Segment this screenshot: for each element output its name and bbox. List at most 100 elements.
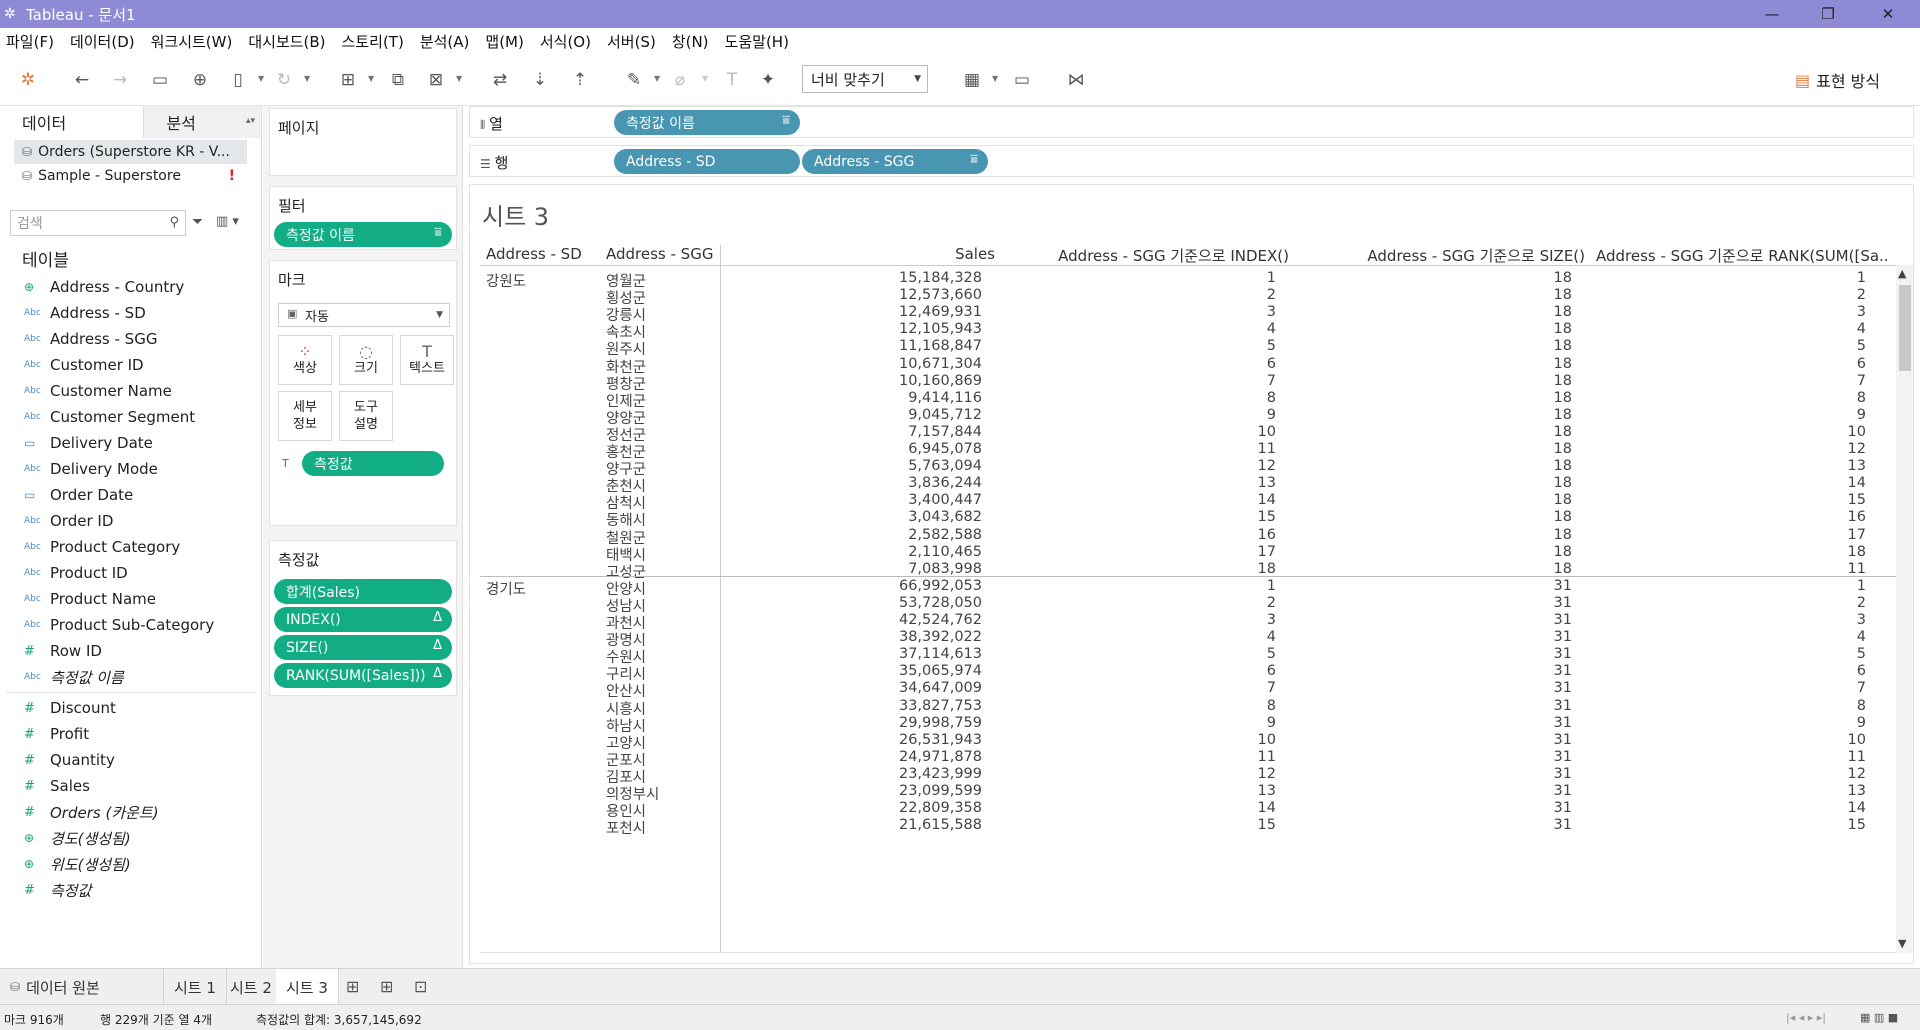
cell-rank[interactable]: 1 xyxy=(1857,270,1866,286)
show-cards-icon[interactable]: ▦ xyxy=(960,68,984,92)
cell-size[interactable]: 31 xyxy=(1554,629,1572,645)
filter-pill-measure-names[interactable]: 측정값 이름 ⩸ xyxy=(274,222,452,247)
tab-sheet-3[interactable]: 시트 3 xyxy=(276,969,339,1005)
minimize-button[interactable]: — xyxy=(1744,0,1800,28)
cell-size[interactable]: 31 xyxy=(1554,595,1572,611)
cell-sales[interactable]: 23,423,999 xyxy=(899,766,982,782)
cell-rank[interactable]: 9 xyxy=(1857,407,1866,423)
pane-menu-icon[interactable]: ▴▾ xyxy=(246,116,255,126)
size-button[interactable]: ◌ 크기 xyxy=(339,335,393,385)
cell-rank[interactable]: 4 xyxy=(1857,629,1866,645)
cell-index[interactable]: 3 xyxy=(1267,612,1276,628)
worksheet-view[interactable]: 시트 3 Address - SD Address - SGG Sales Ad… xyxy=(469,184,1914,964)
redo-icon[interactable]: → xyxy=(108,68,132,92)
cell-rank[interactable]: 3 xyxy=(1857,612,1866,628)
cell-size[interactable]: 31 xyxy=(1554,663,1572,679)
fit-width-dropdown[interactable]: 너비 맞추기 ▼ xyxy=(802,65,928,93)
header-address-sd[interactable]: Address - SD xyxy=(486,245,582,263)
menu-window[interactable]: 창(N) xyxy=(672,31,709,52)
field-위도-생성됨[interactable]: ⊕ 위도(생성됨) xyxy=(0,851,262,877)
field-orders-카운트[interactable]: # Orders (카운트) xyxy=(0,799,262,825)
cell-size[interactable]: 18 xyxy=(1554,304,1572,320)
cell-sales[interactable]: 10,160,869 xyxy=(899,373,982,389)
cell-sales[interactable]: 7,083,998 xyxy=(908,561,982,577)
cell-index[interactable]: 1 xyxy=(1267,270,1276,286)
show-me-button[interactable]: ▤ 표현 방식 xyxy=(1795,68,1880,92)
columns-shelf[interactable]: ⦀ 열 측정값 이름 ⩸ xyxy=(469,106,1914,138)
new-dashboard-icon[interactable]: ⊞ xyxy=(380,977,393,996)
cell-sales[interactable]: 6,945,078 xyxy=(908,441,982,457)
cell-sales[interactable]: 24,971,878 xyxy=(899,749,982,765)
tab-data[interactable]: 데이터 xyxy=(0,106,144,138)
header-address-sgg[interactable]: Address - SGG xyxy=(606,245,713,263)
cell-size[interactable]: 18 xyxy=(1554,492,1572,508)
maximize-button[interactable]: ❐ xyxy=(1800,0,1856,28)
cell-rank[interactable]: 7 xyxy=(1857,680,1866,696)
cell-index[interactable]: 11 xyxy=(1258,441,1276,457)
fix-axes-icon[interactable]: ✦ xyxy=(756,68,780,92)
measure-pill-rank[interactable]: RANK(SUM([Sales])) Δ xyxy=(274,663,452,688)
cell-index[interactable]: 10 xyxy=(1258,732,1276,748)
measure-pill-sum-sales[interactable]: 합계(Sales) xyxy=(274,579,452,604)
cell-sales[interactable]: 38,392,022 xyxy=(899,629,982,645)
clear-sheet-icon[interactable]: ⊠ xyxy=(424,68,448,92)
group-dropdown-icon[interactable]: ▼ xyxy=(702,74,708,83)
sheet-nav-icons[interactable]: |◂ ◂ ▸ ▸| xyxy=(1786,1011,1826,1024)
cell-size[interactable]: 18 xyxy=(1554,338,1572,354)
menu-analysis[interactable]: 분석(A) xyxy=(420,31,470,52)
pause-updates-icon[interactable]: ▯ xyxy=(226,68,250,92)
cell-size[interactable]: 31 xyxy=(1554,817,1572,833)
cell-rank[interactable]: 12 xyxy=(1848,441,1866,457)
cell-size[interactable]: 31 xyxy=(1554,800,1572,816)
menu-help[interactable]: 도움말(H) xyxy=(725,31,789,52)
cell-index[interactable]: 6 xyxy=(1267,356,1276,372)
new-worksheet-icon[interactable]: ⊞ xyxy=(336,68,360,92)
cell-sales[interactable]: 10,671,304 xyxy=(899,356,982,372)
horizontal-scrollbar[interactable] xyxy=(480,952,1896,962)
field-delivery-date[interactable]: ▭ Delivery Date xyxy=(0,430,262,456)
highlight-dropdown-icon[interactable]: ▼ xyxy=(654,74,660,83)
cell-index[interactable]: 9 xyxy=(1267,407,1276,423)
share-icon[interactable]: ⋈ xyxy=(1064,68,1088,92)
cell-sales[interactable]: 9,414,116 xyxy=(908,390,982,406)
text-button[interactable]: T 텍스트 xyxy=(400,335,454,385)
new-worksheet-dropdown-icon[interactable]: ▼ xyxy=(368,74,374,83)
cell-sales[interactable]: 12,105,943 xyxy=(899,321,982,337)
refresh-dropdown-icon[interactable]: ▼ xyxy=(304,74,310,83)
save-icon[interactable]: ▭ xyxy=(148,68,172,92)
cell-size[interactable]: 18 xyxy=(1554,287,1572,303)
cell-index[interactable]: 4 xyxy=(1267,321,1276,337)
cell-size[interactable]: 18 xyxy=(1554,373,1572,389)
cell-rank[interactable]: 5 xyxy=(1857,646,1866,662)
cell-index[interactable]: 18 xyxy=(1258,561,1276,577)
cell-index[interactable]: 13 xyxy=(1258,475,1276,491)
menu-story[interactable]: 스토리(T) xyxy=(342,31,404,52)
cell-sales[interactable]: 42,524,762 xyxy=(899,612,982,628)
tableau-home-icon[interactable]: ✲ xyxy=(16,68,40,92)
tab-analysis[interactable]: 분석 ▴▾ xyxy=(143,106,261,138)
tab-data-source[interactable]: ⛁ 데이터 원본 xyxy=(0,969,164,1005)
field-customer-name[interactable]: Abc Customer Name xyxy=(0,378,262,404)
cell-index[interactable]: 2 xyxy=(1267,287,1276,303)
menu-dashboard[interactable]: 대시보드(B) xyxy=(248,31,325,52)
cell-size[interactable]: 18 xyxy=(1554,458,1572,474)
cell-index[interactable]: 6 xyxy=(1267,663,1276,679)
cell-index[interactable]: 14 xyxy=(1258,492,1276,508)
cell-rank[interactable]: 15 xyxy=(1848,817,1866,833)
cell-sales[interactable]: 12,573,660 xyxy=(899,287,982,303)
cell-size[interactable]: 18 xyxy=(1554,270,1572,286)
cell-size[interactable]: 18 xyxy=(1554,544,1572,560)
cell-sales[interactable]: 3,400,447 xyxy=(908,492,982,508)
cell-rank[interactable]: 6 xyxy=(1857,663,1866,679)
color-button[interactable]: ⁘ 색상 xyxy=(278,335,332,385)
cell-sales[interactable]: 23,099,599 xyxy=(899,783,982,799)
cell-rank[interactable]: 8 xyxy=(1857,698,1866,714)
cell-sales[interactable]: 3,836,244 xyxy=(908,475,982,491)
cell-index[interactable]: 14 xyxy=(1258,800,1276,816)
view-mode-icons[interactable]: ▦ ▥ ■ xyxy=(1860,1011,1898,1024)
cell-rank[interactable]: 13 xyxy=(1848,783,1866,799)
cell-index[interactable]: 11 xyxy=(1258,749,1276,765)
field-측정값[interactable]: # 측정값 xyxy=(0,877,262,903)
cell-size[interactable]: 18 xyxy=(1554,475,1572,491)
menu-map[interactable]: 맵(M) xyxy=(485,31,523,52)
